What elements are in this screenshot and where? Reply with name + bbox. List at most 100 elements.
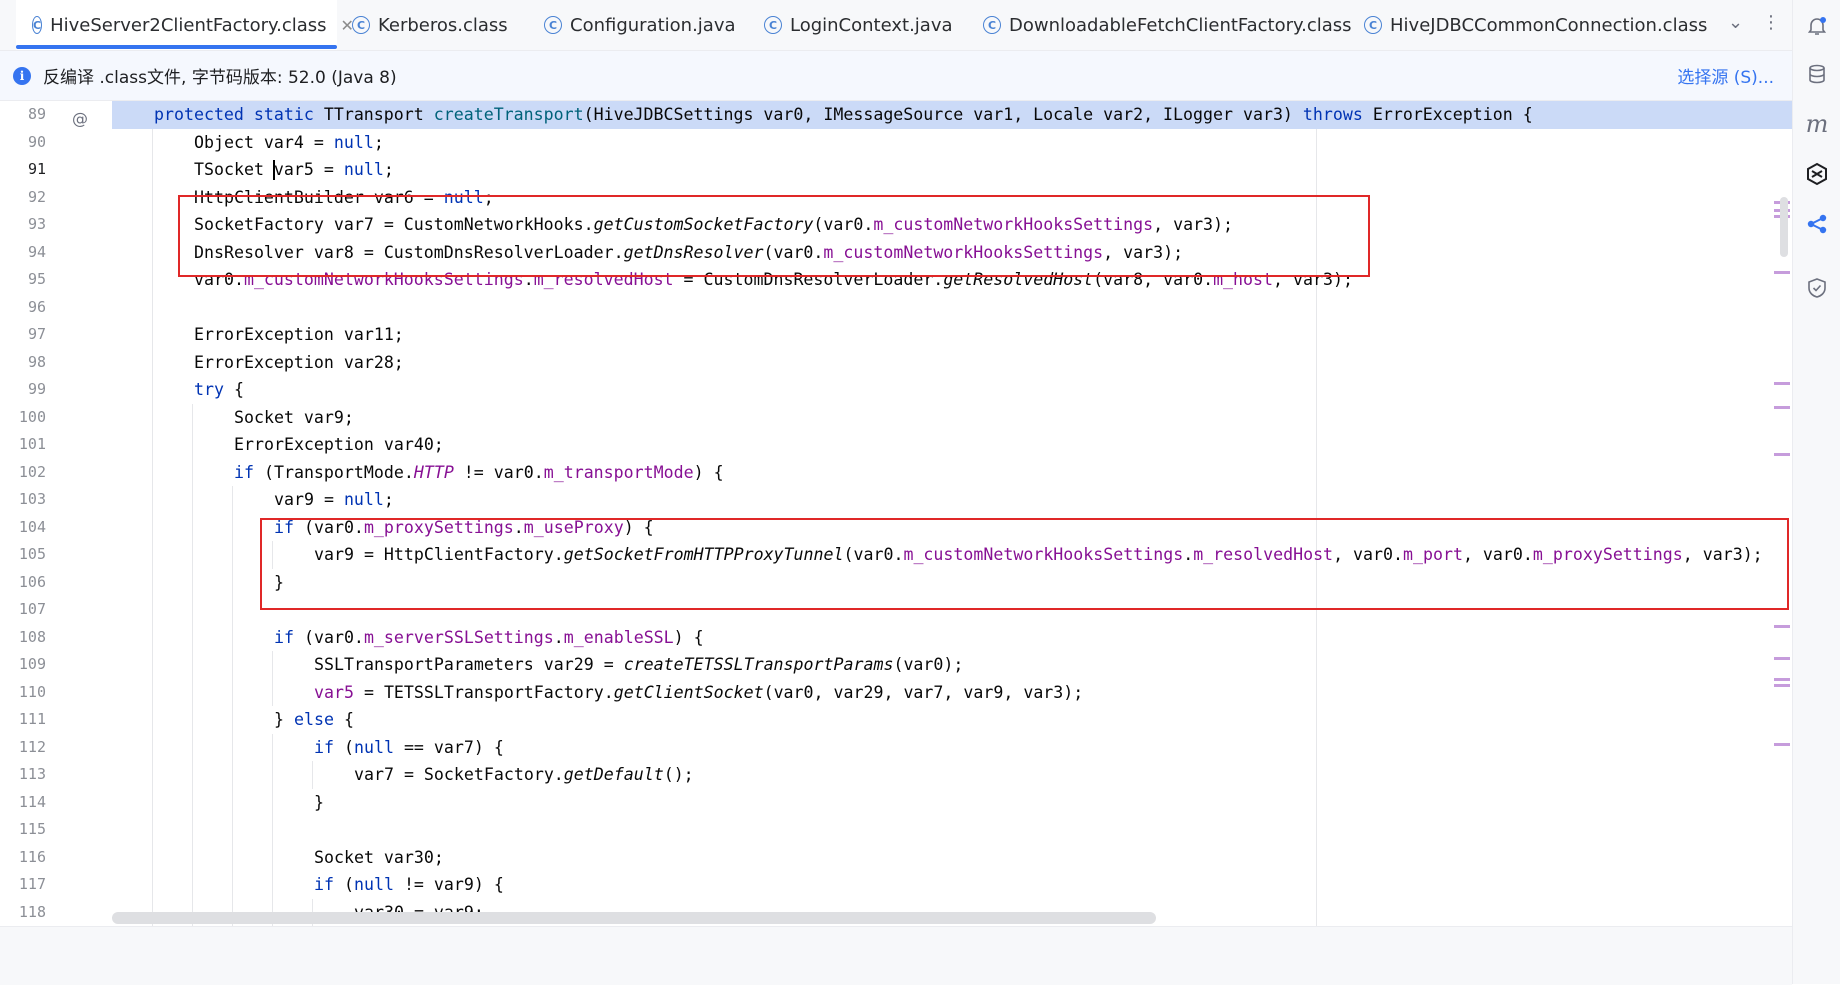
right-tool-sidebar: m (1792, 0, 1840, 984)
code-token: != var9) { (393, 875, 504, 894)
code-token: ErrorException var40; (234, 435, 444, 454)
code-line-content: Object var4 = null; (112, 129, 1792, 157)
more-options-icon[interactable]: ⋮ (1762, 12, 1780, 33)
chevron-down-icon[interactable]: ⌄ (1728, 12, 1743, 33)
code-token: . (553, 627, 564, 647)
scrollbar-marker[interactable] (1774, 657, 1790, 660)
code-token: ; (383, 490, 394, 509)
code-token: (TransportMode. (263, 462, 414, 482)
line-number: 102 (18, 462, 46, 481)
code-text: } (314, 789, 324, 817)
code-token: TTransport (323, 105, 434, 124)
code-text: if (null == var7) { (314, 734, 504, 762)
code-line: 109 SSLTransportParameters var29 = create… (0, 651, 1792, 679)
code-text: ErrorException var40; (234, 431, 444, 459)
code-token: m_enableSSL (563, 627, 674, 647)
database-icon[interactable] (1805, 62, 1829, 86)
code-line: 103 var9 = null; (0, 486, 1792, 514)
line-number: 103 (18, 490, 46, 508)
security-icon[interactable] (1805, 276, 1829, 300)
code-token: ( (343, 737, 354, 757)
scrollbar-marker[interactable] (1774, 678, 1790, 681)
line-number: 115 (18, 820, 46, 838)
code-token: ) { (673, 627, 704, 647)
code-line-content: var7 = SocketFactory.getDefault(); (112, 761, 1792, 789)
code-line-content: ErrorException var11; (112, 321, 1792, 349)
code-line-content: if (TransportMode.HTTP != var0.m_transpo… (112, 459, 1792, 487)
tab-hiveserver2clientfactory[interactable]: C HiveServer2ClientFactory.class ✕ (16, 0, 354, 50)
code-token: Object var4 = (194, 132, 334, 152)
line-number: 96 (27, 297, 46, 316)
code-token: if (314, 737, 344, 757)
tab-downloadablefetchclientfactory[interactable]: C DownloadableFetchClientFactory.class (983, 0, 1352, 50)
ai-assistant-icon[interactable] (1805, 162, 1829, 186)
line-number: 97 (27, 325, 46, 343)
code-line-content: ErrorException var28; (112, 349, 1792, 377)
code-token: (var0. (303, 627, 364, 647)
share-icon[interactable] (1805, 212, 1829, 236)
code-line-content: SSLTransportParameters var29 = createTET… (112, 651, 1792, 679)
code-text: SSLTransportParameters var29 = createTET… (314, 651, 963, 679)
code-token: { (233, 380, 244, 399)
tab-label: Kerberos.class (378, 14, 508, 36)
code-token: protected static (154, 105, 324, 124)
code-text: Object var4 = null; (194, 129, 384, 157)
code-token: (); (663, 765, 694, 784)
tab-kerberos[interactable]: C Kerberos.class (352, 0, 508, 50)
scrollbar-marker[interactable] (1774, 684, 1790, 687)
code-text: if (var0.m_serverSSLSettings.m_enableSSL… (274, 624, 704, 652)
code-token: null (353, 737, 394, 757)
choose-sources-link[interactable]: 选择源 (S)... (1677, 63, 1774, 88)
maven-icon[interactable]: m (1805, 110, 1829, 138)
code-token: var9 = (274, 490, 344, 509)
code-line-content: Socket var30; (112, 844, 1792, 872)
code-text: if (null != var9) { (314, 871, 504, 899)
code-line-content: if (null == var7) { (112, 734, 1792, 762)
code-text: if (TransportMode.HTTP != var0.m_transpo… (234, 459, 724, 487)
code-token: if (314, 875, 344, 894)
line-number: 107 (18, 600, 46, 618)
horizontal-scrollbar[interactable] (112, 912, 1156, 924)
editor-tab-bar: C HiveServer2ClientFactory.class ✕ C Ker… (0, 0, 1792, 51)
line-number: 108 (18, 627, 46, 646)
scrollbar-marker[interactable] (1774, 625, 1790, 628)
line-number: 113 (18, 765, 46, 783)
text-caret (273, 160, 275, 180)
code-token: Socket var9; (234, 407, 354, 427)
scrollbar-marker[interactable] (1774, 271, 1790, 274)
class-icon: C (352, 16, 370, 34)
code-line-content: if (var0.m_serverSSLSettings.m_enableSSL… (112, 624, 1792, 652)
tab-label: Configuration.java (570, 14, 736, 36)
code-text: ErrorException var11; (194, 321, 404, 349)
vertical-scrollbar[interactable] (1780, 197, 1788, 257)
code-text: Socket var30; (314, 844, 444, 872)
line-number: 100 (18, 407, 46, 426)
line-number: 105 (18, 545, 46, 563)
scrollbar-marker[interactable] (1774, 453, 1790, 456)
tab-hivejdbccommonconnection[interactable]: C HiveJDBCCommonConnection.class (1364, 0, 1707, 50)
scrollbar-marker[interactable] (1774, 406, 1790, 409)
code-token: ; (373, 132, 384, 152)
tab-configuration[interactable]: C Configuration.java (544, 0, 736, 50)
code-token: null (343, 490, 384, 509)
code-line: 102 if (TransportMode.HTTP != var0.m_tran… (0, 459, 1792, 487)
line-number: 94 (27, 242, 46, 261)
code-line-content (112, 816, 1792, 844)
code-text: Socket var9; (234, 404, 354, 432)
notifications-icon[interactable] (1805, 14, 1829, 38)
code-token: ErrorException var11; (194, 325, 404, 344)
code-token: getClientSocket (613, 682, 764, 702)
line-number: 104 (18, 517, 46, 536)
code-token: (var0); (893, 655, 964, 674)
code-token: null (333, 132, 374, 152)
code-token: != var0. (453, 462, 544, 482)
code-editor[interactable]: @ 89 protected static TTransport createTr… (0, 101, 1792, 926)
scrollbar-marker[interactable] (1774, 743, 1790, 746)
class-icon: C (544, 16, 562, 34)
code-token: ErrorException var28; (194, 352, 404, 372)
line-number: 89 (27, 105, 46, 123)
code-line: 100 Socket var9; (0, 404, 1792, 432)
scrollbar-marker[interactable] (1774, 382, 1790, 385)
code-token: m_serverSSLSettings (363, 627, 554, 647)
tab-logincontext[interactable]: C LoginContext.java (764, 0, 953, 50)
